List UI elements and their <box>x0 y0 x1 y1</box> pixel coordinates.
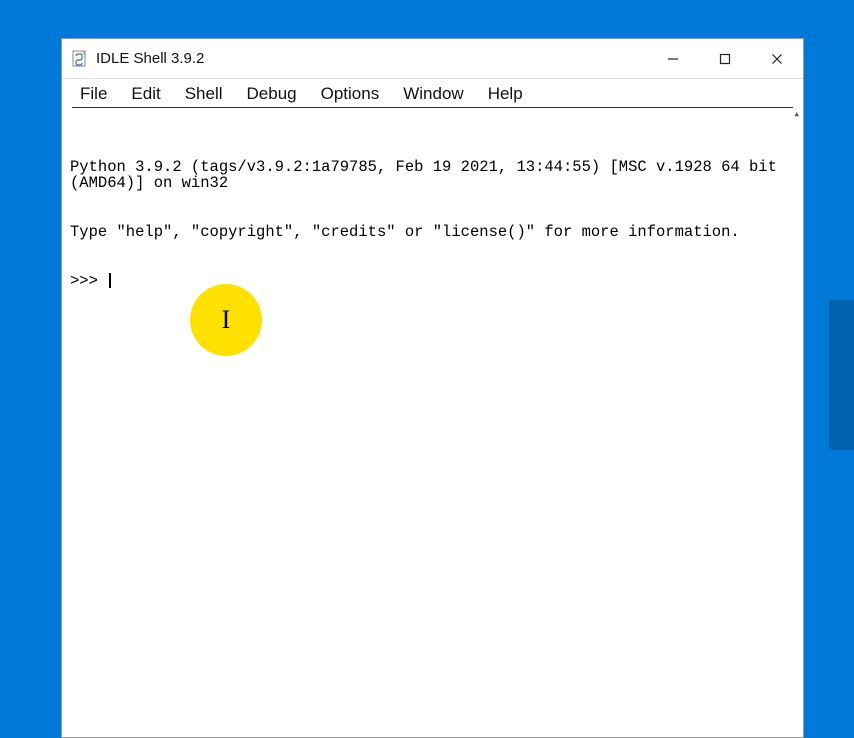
terminal-area[interactable]: ▴ Python 3.9.2 (tags/v3.9.2:1a79785, Feb… <box>62 108 803 737</box>
cursor-highlight-marker: I <box>190 284 262 356</box>
scroll-up-icon[interactable]: ▴ <box>793 110 800 122</box>
window-controls <box>647 39 803 78</box>
window-title: IDLE Shell 3.9.2 <box>96 50 647 67</box>
menu-file[interactable]: File <box>68 82 119 106</box>
titlebar[interactable]: IDLE Shell 3.9.2 <box>62 39 803 79</box>
prompt-line[interactable]: >>> <box>70 273 795 289</box>
python-icon <box>72 50 88 68</box>
maximize-button[interactable] <box>699 39 751 78</box>
ibeam-icon: I <box>222 305 231 335</box>
minimize-button[interactable] <box>647 39 699 78</box>
idle-shell-window: IDLE Shell 3.9.2 File Edit Shell Debug O… <box>61 38 804 738</box>
menu-options[interactable]: Options <box>309 82 392 106</box>
text-cursor <box>109 273 111 288</box>
menu-shell[interactable]: Shell <box>173 82 235 106</box>
prompt-text: >>> <box>70 273 107 289</box>
desktop-edge <box>829 300 854 450</box>
menu-debug[interactable]: Debug <box>235 82 309 106</box>
menu-edit[interactable]: Edit <box>119 82 172 106</box>
python-version-line: Python 3.9.2 (tags/v3.9.2:1a79785, Feb 1… <box>70 159 795 192</box>
menu-window[interactable]: Window <box>391 82 475 106</box>
close-button[interactable] <box>751 39 803 78</box>
menu-help[interactable]: Help <box>476 82 535 106</box>
info-line: Type "help", "copyright", "credits" or "… <box>70 224 795 240</box>
menubar: File Edit Shell Debug Options Window Hel… <box>62 79 803 107</box>
